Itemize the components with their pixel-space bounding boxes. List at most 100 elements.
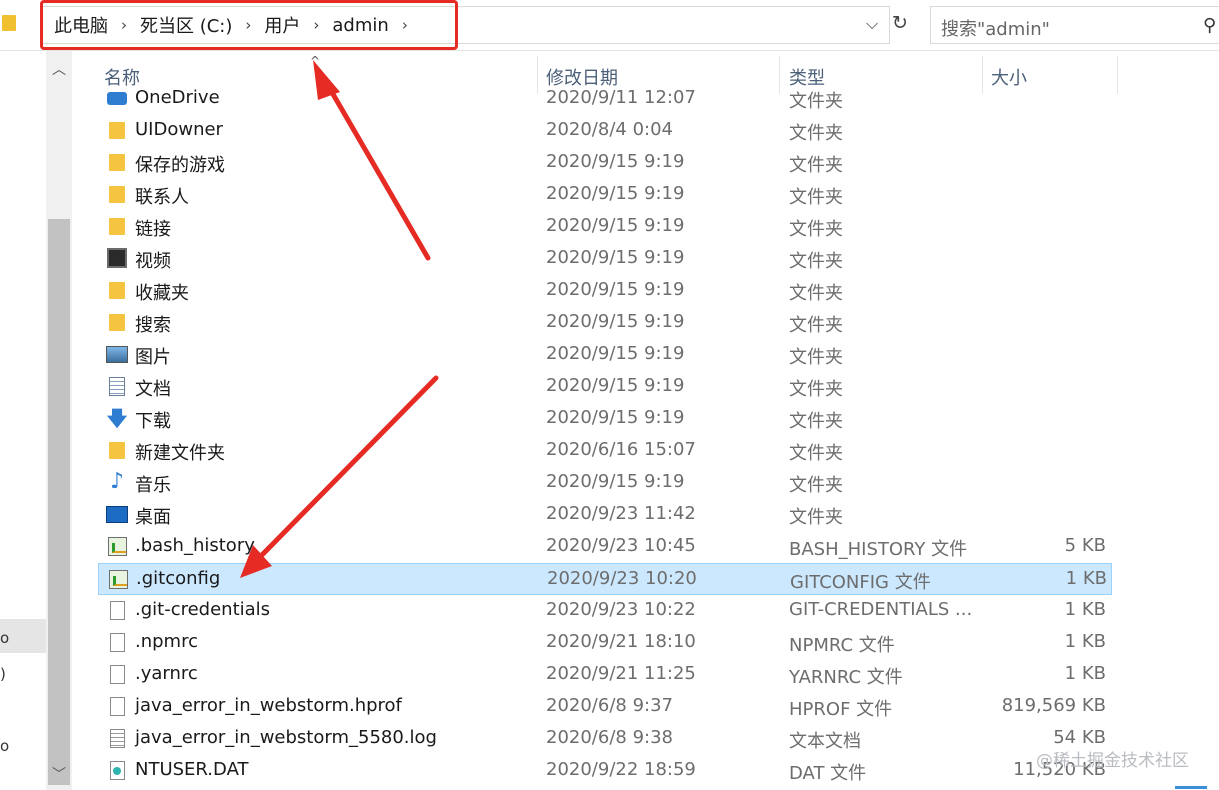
nav-scrollbar[interactable]: ︿ ﹀ [46, 51, 72, 790]
saved-games-folder-icon [106, 151, 128, 173]
file-row[interactable]: NTUSER.DAT 2020/9/22 18:59 DAT 文件 11,520 KB [98, 755, 1112, 787]
file-name[interactable]: 联系人 [135, 183, 189, 209]
file-type: 文件夹 [789, 475, 843, 496]
file-name[interactable]: 图片 [135, 343, 171, 369]
file-date: 2020/9/23 11:42 [546, 503, 696, 524]
search-input[interactable]: 搜索"admin" ⚲ [930, 6, 1219, 44]
blank-file-icon [106, 599, 128, 621]
blank-file-icon [106, 695, 128, 717]
file-type: 文件夹 [789, 91, 843, 112]
file-row[interactable]: java_error_in_webstorm.hprof 2020/6/8 9:3… [98, 691, 1112, 723]
file-name[interactable]: 视频 [135, 247, 171, 273]
file-name[interactable]: .yarnrc [135, 663, 198, 684]
music-folder-icon: ♪ [109, 469, 125, 494]
file-name[interactable]: java_error_in_webstorm_5580.log [135, 727, 437, 748]
refresh-icon[interactable]: ↻ [892, 12, 908, 34]
file-size: 1 KB [1065, 568, 1107, 589]
folder-icon [106, 439, 128, 461]
file-row[interactable]: UIDowner 2020/8/4 0:04 文件夹 [98, 115, 1112, 147]
address-highlight-annotation [40, 0, 458, 50]
file-type: 文件夹 [789, 283, 843, 304]
file-type: 文件夹 [789, 379, 843, 400]
file-name[interactable]: 下载 [135, 407, 171, 433]
links-folder-icon [106, 215, 128, 237]
file-row[interactable]: OneDrive 2020/9/11 12:07 文件夹 [98, 84, 1112, 115]
file-type: 文件夹 [789, 219, 843, 240]
text-editor-file-icon [107, 568, 129, 590]
file-name[interactable]: 新建文件夹 [135, 439, 225, 465]
file-type: 文件夹 [789, 411, 843, 432]
videos-folder-icon [106, 247, 128, 269]
file-row[interactable]: 视频 2020/9/15 9:19 文件夹 [98, 243, 1112, 275]
file-row[interactable]: .npmrc 2020/9/21 18:10 NPMRC 文件 1 KB [98, 627, 1112, 659]
file-name[interactable]: NTUSER.DAT [135, 759, 248, 780]
file-date: 2020/9/15 9:19 [546, 279, 685, 300]
nav-item-mark[interactable]: o [0, 629, 9, 647]
file-size: 54 KB [1053, 727, 1106, 748]
scroll-up-icon[interactable]: ︿ [52, 59, 66, 79]
file-size: 1 KB [1064, 631, 1106, 652]
chevron-down-icon[interactable]: ⌵ [866, 14, 878, 34]
scrollbar-thumb[interactable] [48, 219, 70, 785]
file-date: 2020/9/15 9:19 [546, 215, 685, 236]
file-name[interactable]: 搜索 [135, 311, 171, 337]
searches-folder-icon [106, 311, 128, 333]
file-name[interactable]: .bash_history [135, 535, 255, 556]
file-type: DAT 文件 [789, 763, 867, 784]
text-editor-file-icon [106, 535, 128, 557]
file-type: 文件夹 [789, 507, 843, 528]
nav-item-mark[interactable]: ) [0, 665, 6, 683]
file-row[interactable]: .git-credentials 2020/9/23 10:22 GIT-CREDE… [98, 595, 1112, 627]
file-name[interactable]: 保存的游戏 [135, 151, 225, 177]
file-row[interactable]: 链接 2020/9/15 9:19 文件夹 [98, 211, 1112, 243]
file-row[interactable]: 保存的游戏 2020/9/15 9:19 文件夹 [98, 147, 1112, 179]
file-size: 1 KB [1064, 599, 1106, 620]
file-type: 文本文档 [789, 731, 861, 752]
file-type: 文件夹 [789, 251, 843, 272]
file-date: 2020/6/16 15:07 [546, 439, 696, 460]
file-row[interactable]: ♪ 音乐 2020/9/15 9:19 文件夹 [98, 467, 1112, 499]
file-name[interactable]: .gitconfig [136, 568, 220, 589]
file-row-selected[interactable]: .gitconfig 2020/9/23 10:20 GITCONFIG 文件 1 K… [98, 563, 1112, 595]
file-name[interactable]: 音乐 [135, 471, 171, 497]
file-name[interactable]: UIDowner [135, 119, 223, 140]
file-row[interactable]: 文档 2020/9/15 9:19 文件夹 [98, 371, 1112, 403]
pictures-folder-icon [106, 343, 128, 365]
file-type: 文件夹 [789, 347, 843, 368]
file-row[interactable]: .yarnrc 2020/9/21 11:25 YARNRC 文件 1 KB [98, 659, 1112, 691]
file-list: OneDrive 2020/9/11 12:07 文件夹 UIDowner 2020/8… [98, 84, 1118, 790]
file-date: 2020/9/15 9:19 [546, 407, 685, 428]
file-type: HPROF 文件 [789, 699, 893, 720]
file-type: BASH_HISTORY 文件 [789, 539, 968, 560]
search-icon[interactable]: ⚲ [1203, 15, 1216, 36]
file-date: 2020/9/15 9:19 [546, 471, 685, 492]
file-date: 2020/9/15 9:19 [546, 151, 685, 172]
file-size: 5 KB [1064, 535, 1106, 556]
file-row[interactable]: 收藏夹 2020/9/15 9:19 文件夹 [98, 275, 1112, 307]
file-name[interactable]: 链接 [135, 215, 171, 241]
file-name[interactable]: 桌面 [135, 503, 171, 529]
file-row[interactable]: .bash_history 2020/9/23 10:45 BASH_HISTORY… [98, 531, 1112, 563]
file-row[interactable]: 图片 2020/9/15 9:19 文件夹 [98, 339, 1112, 371]
address-toolbar: 此电脑 › 死当区 (C:) › 用户 › admin › ⌵ ↻ 搜索"adm… [0, 0, 1219, 51]
file-row[interactable]: 新建文件夹 2020/6/16 15:07 文件夹 [98, 435, 1112, 467]
documents-folder-icon [106, 375, 128, 397]
sort-ascending-icon: ^ [310, 54, 321, 68]
file-row[interactable]: 联系人 2020/9/15 9:19 文件夹 [98, 179, 1112, 211]
text-document-icon [106, 727, 128, 749]
scroll-down-icon[interactable]: ﹀ [52, 764, 66, 784]
file-size: 1 KB [1064, 663, 1106, 684]
nav-item-mark[interactable]: o [0, 737, 9, 755]
file-row[interactable]: 搜索 2020/9/15 9:19 文件夹 [98, 307, 1112, 339]
file-name[interactable]: .git-credentials [135, 599, 270, 620]
file-name[interactable]: java_error_in_webstorm.hprof [135, 695, 402, 716]
file-row[interactable]: java_error_in_webstorm_5580.log 2020/6/8 … [98, 723, 1112, 755]
file-name[interactable]: OneDrive [135, 87, 220, 108]
onedrive-folder-icon [106, 87, 128, 109]
file-name[interactable]: 收藏夹 [135, 279, 189, 305]
file-name[interactable]: 文档 [135, 375, 171, 401]
file-name[interactable]: .npmrc [135, 631, 198, 652]
file-row[interactable]: 🡇 下载 2020/9/15 9:19 文件夹 [98, 403, 1112, 435]
file-row[interactable]: 桌面 2020/9/23 11:42 文件夹 [98, 499, 1112, 531]
file-date: 2020/9/21 11:25 [546, 663, 696, 684]
